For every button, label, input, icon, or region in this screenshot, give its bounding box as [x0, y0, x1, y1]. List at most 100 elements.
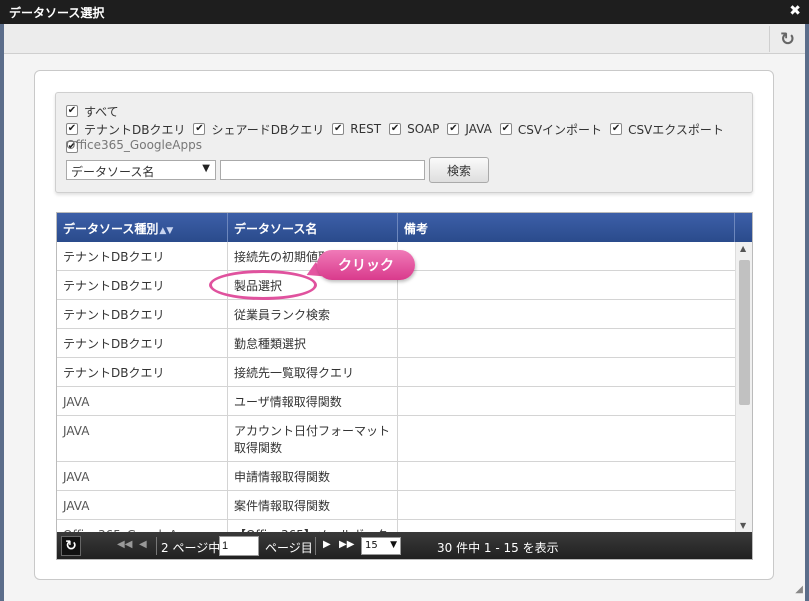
select-value: データソース名 [71, 165, 155, 179]
click-callout: クリック [317, 250, 415, 280]
dialog-titlebar: データソース選択 ✖ [0, 0, 809, 24]
column-header-type[interactable]: データソース種別▲▼ [57, 213, 228, 242]
cell-type: JAVA [57, 416, 228, 461]
grid-pager: ↻ ◀◀ ◀ 2 ページ中 ページ目 ▶ ▶▶ 15 ▼ 30 件中 1 - 1… [57, 532, 752, 559]
checkbox-csv-import[interactable]: ✔ CSVインポート [499, 120, 603, 138]
page-suffix-label: ページ目 [265, 541, 313, 555]
resize-grip-icon[interactable]: ◢ [795, 584, 803, 595]
cell-name: 接続先一覧取得クエリ [228, 358, 398, 386]
table-row[interactable]: JAVA 申請情報取得関数 [57, 462, 737, 491]
cell-note [398, 271, 737, 299]
checkmark-icon[interactable]: ✔ [499, 123, 512, 135]
cell-note [398, 300, 737, 328]
table-row[interactable]: テナントDBクエリ 従業員ランク検索 [57, 300, 737, 329]
checkbox-label: JAVA [465, 122, 492, 136]
search-input[interactable] [220, 160, 425, 180]
checkbox-tenant-db-query[interactable]: ✔ テナントDBクエリ [66, 120, 185, 138]
checkmark-icon[interactable]: ✔ [193, 123, 206, 135]
next-page-icon[interactable]: ▶ [323, 539, 331, 550]
checkmark-icon[interactable]: ✔ [66, 123, 78, 135]
cell-type: JAVA [57, 462, 228, 490]
search-panel: ✔ すべて ✔ テナントDBクエリ ✔ シェアードDBクエリ ✔ REST ✔ … [55, 92, 753, 193]
grid-body: テナントDBクエリ 接続先の初期値取得 テナントDBクエリ 製品選択 テナントD… [57, 242, 737, 532]
checkbox-row-3: Office365_GoogleApps [66, 138, 202, 152]
cell-name: 申請情報取得関数 [228, 462, 398, 490]
checkbox-label: SOAP [407, 122, 440, 136]
record-summary: 30 件中 1 - 15 を表示 [437, 541, 559, 555]
page-number-input[interactable] [219, 536, 259, 556]
cell-type: テナントDBクエリ [57, 358, 228, 386]
cell-name: 【Office365】メールボックス [228, 520, 398, 532]
cell-type: Office365_GoogleApps [57, 520, 228, 532]
cell-name: ユーザ情報取得関数 [228, 387, 398, 415]
scrollbar-thumb[interactable] [739, 260, 750, 405]
per-page-value: 15 [365, 540, 378, 551]
refresh-icon[interactable]: ↻ [769, 26, 805, 52]
scroll-up-icon[interactable]: ▲ [740, 244, 746, 253]
cell-type: JAVA [57, 491, 228, 519]
cell-type: テナントDBクエリ [57, 300, 228, 328]
page-count-label: 2 ページ中 [161, 541, 221, 555]
cell-name: 勤怠種類選択 [228, 329, 398, 357]
refresh-icon[interactable]: ↻ [61, 536, 81, 556]
vertical-scrollbar[interactable]: ▲ ▼ [735, 242, 752, 532]
last-page-icon[interactable]: ▶▶ [339, 539, 354, 550]
search-button[interactable]: 検索 [429, 157, 489, 183]
checkbox-label: REST [350, 122, 382, 136]
column-header-name[interactable]: データソース名 [228, 213, 398, 242]
pager-divider [315, 537, 316, 555]
cell-note [398, 462, 737, 490]
cell-type: JAVA [57, 387, 228, 415]
checkbox-rest[interactable]: ✔ REST [332, 120, 381, 138]
checkmark-icon[interactable]: ✔ [66, 105, 78, 117]
caret-down-icon: ▼ [202, 163, 210, 174]
table-row[interactable]: テナントDBクエリ 勤怠種類選択 [57, 329, 737, 358]
close-icon[interactable]: ✖ [789, 3, 801, 19]
left-frame [0, 24, 4, 601]
table-row[interactable]: JAVA 案件情報取得関数 [57, 491, 737, 520]
checkmark-icon[interactable]: ✔ [332, 123, 345, 135]
checkbox-label: CSVエクスポート [628, 122, 724, 137]
cell-name: アカウント日付フォーマット取得関数 [228, 416, 398, 461]
table-row[interactable]: JAVA ユーザ情報取得関数 [57, 387, 737, 416]
right-frame [805, 24, 809, 601]
column-header-note[interactable]: 備考 [398, 213, 735, 242]
checkbox-label: すべて [84, 104, 119, 119]
cell-type: テナントDBクエリ [57, 329, 228, 357]
highlight-ellipse [209, 270, 317, 300]
cell-name: 案件情報取得関数 [228, 491, 398, 519]
checkbox-shared-db-query[interactable]: ✔ シェアードDBクエリ [193, 120, 324, 138]
table-row[interactable]: Office365_GoogleApps 【Office365】メールボックス [57, 520, 737, 532]
search-field-select[interactable]: データソース名 ▼ [66, 160, 216, 180]
checkbox-label: テナントDBクエリ [84, 122, 186, 137]
checkbox-soap[interactable]: ✔ SOAP [389, 120, 439, 138]
dialog-title: データソース選択 [9, 6, 105, 20]
sort-icon[interactable]: ▲▼ [159, 226, 173, 236]
checkbox-label: CSVインポート [517, 122, 603, 137]
dialog-toolbar: ↻ [4, 24, 805, 54]
cell-type: テナントDBクエリ [57, 242, 228, 270]
checkbox-java[interactable]: ✔ JAVA [447, 120, 492, 138]
table-row[interactable]: JAVA アカウント日付フォーマット取得関数 [57, 416, 737, 462]
prev-page-icon[interactable]: ◀ [139, 539, 147, 550]
grid-header: データソース種別▲▼ データソース名 備考 [57, 213, 752, 242]
checkbox-row-1: ✔ すべて [66, 102, 127, 120]
cell-note [398, 387, 737, 415]
table-row[interactable]: テナントDBクエリ 接続先一覧取得クエリ [57, 358, 737, 387]
checkbox-label: シェアードDBクエリ [211, 122, 325, 137]
checkmark-icon[interactable]: ✔ [447, 123, 460, 135]
checkbox-all[interactable]: ✔ すべて [66, 102, 119, 120]
scroll-down-icon[interactable]: ▼ [740, 521, 746, 530]
first-page-icon[interactable]: ◀◀ [117, 539, 132, 550]
checkmark-icon[interactable]: ✔ [610, 123, 623, 135]
checkbox-label: Office365_GoogleApps [66, 138, 202, 152]
cell-note [398, 416, 737, 461]
checkmark-icon[interactable]: ✔ [389, 123, 402, 135]
cell-note [398, 242, 737, 270]
cell-note [398, 329, 737, 357]
cell-type: テナントDBクエリ [57, 271, 228, 299]
cell-note [398, 358, 737, 386]
checkbox-csv-export[interactable]: ✔ CSVエクスポート [610, 120, 724, 138]
dialog-content: ✔ すべて ✔ テナントDBクエリ ✔ シェアードDBクエリ ✔ REST ✔ … [34, 70, 774, 580]
rows-per-page-select[interactable]: 15 ▼ [361, 537, 401, 555]
